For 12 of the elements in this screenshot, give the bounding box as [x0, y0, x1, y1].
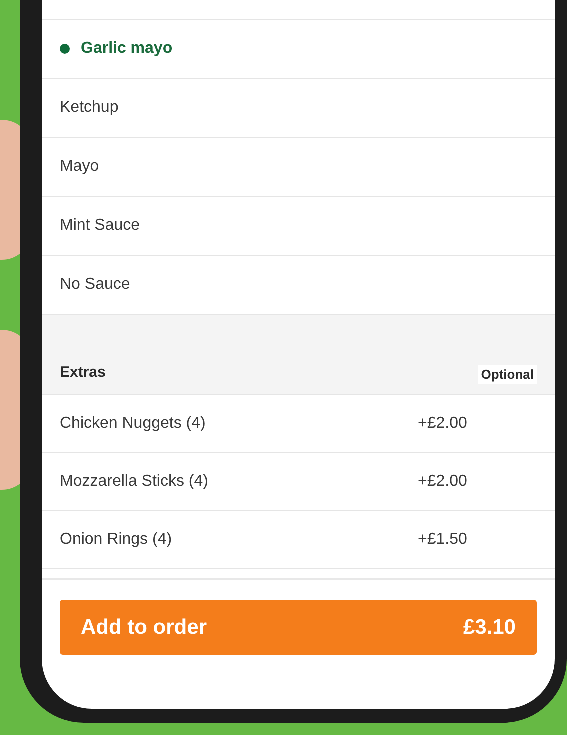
- optional-badge: Optional: [478, 364, 537, 384]
- sauce-option[interactable]: Ketchup: [42, 79, 555, 138]
- extra-price: +£2.00: [418, 472, 468, 492]
- extra-option[interactable]: Mozzarella Sticks (4) +£2.00: [42, 453, 555, 511]
- extra-option[interactable]: Onion Rings (4) +£1.50: [42, 511, 555, 569]
- extra-option[interactable]: Chicken Nuggets (4) +£2.00: [42, 395, 555, 453]
- sauce-option[interactable]: Mayo: [42, 138, 555, 197]
- extra-price: +£2.00: [418, 414, 468, 434]
- sauce-option[interactable]: Garlic mayo: [42, 20, 555, 79]
- sauce-option[interactable]: Mint Sauce: [42, 197, 555, 256]
- extra-price: +£1.50: [418, 530, 468, 550]
- section-title: Extras: [60, 362, 106, 382]
